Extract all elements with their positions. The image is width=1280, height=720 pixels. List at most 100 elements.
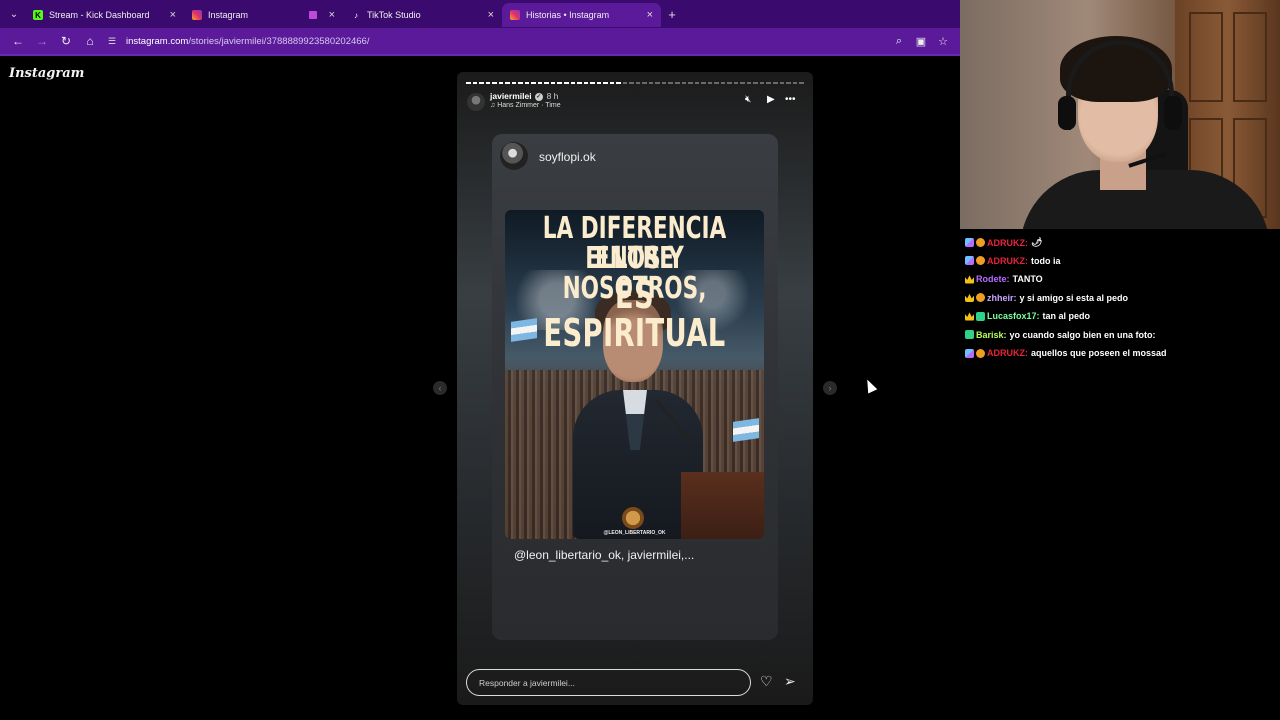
bookmark-star-icon[interactable]: ☆ [932, 35, 954, 48]
send-icon[interactable]: ➢ [784, 673, 796, 690]
shared-post-card[interactable]: soyflopi.ok LA DIFERENCIA ENTRE ELLOS Y … [492, 134, 778, 640]
progress-segment [583, 82, 589, 84]
chat-text: todo ia [1031, 255, 1061, 266]
progress-segment [792, 82, 798, 84]
tab-title: TikTok Studio [367, 10, 421, 20]
chat-username[interactable]: Rodete: [976, 274, 1010, 284]
chat-username[interactable]: zhheir: [987, 293, 1017, 303]
gift-badge-icon [976, 348, 985, 358]
progress-segment [577, 82, 582, 84]
story-author[interactable]: javiermilei ✓ 8 h [490, 91, 558, 101]
url-host: instagram.com [126, 35, 189, 47]
chat-text: TANTO [1012, 274, 1043, 284]
install-app-icon[interactable]: ▣ [910, 35, 932, 48]
story-music[interactable]: ♫ Hans Zimmer · Time [490, 102, 561, 109]
progress-segment [772, 82, 778, 84]
chat-username[interactable]: Lucasfox17: [987, 311, 1040, 321]
progress-segment [518, 82, 523, 84]
tiktok-icon: ♪ [354, 10, 358, 20]
previous-story-button[interactable]: ‹ [433, 381, 447, 395]
close-tab-icon[interactable]: × [170, 9, 176, 21]
headline-line-3: ES ESPIRITUAL [543, 273, 726, 355]
progress-segment [563, 82, 569, 84]
tab-title: Historias • Instagram [526, 10, 610, 20]
progress-segment [753, 82, 758, 84]
progress-segment [766, 82, 771, 84]
progress-segment [786, 82, 791, 84]
chat-text: yo cuando salgo bien en una foto: [1009, 329, 1156, 340]
progress-segment [733, 82, 739, 84]
instagram-logo[interactable]: Instagram [9, 66, 84, 81]
heart-icon[interactable]: ♡ [760, 673, 773, 690]
progress-segment [675, 82, 680, 84]
play-icon[interactable]: ▶ [767, 94, 775, 105]
forward-icon[interactable]: → [30, 34, 54, 48]
progress-segment [648, 82, 654, 84]
reload-icon[interactable]: ↻ [54, 34, 78, 48]
chat-text: y si amigo si esta al pedo [1019, 292, 1129, 303]
tab-tiktok-studio[interactable]: ♪ TikTok Studio × [343, 3, 502, 27]
close-tab-icon[interactable]: × [647, 9, 653, 21]
progress-segment [544, 82, 549, 84]
progress-segment [537, 82, 543, 84]
browser-window: ⌄ K Stream - Kick Dashboard × Instagram … [0, 0, 960, 720]
gift-badge-icon [976, 256, 985, 265]
tab-instagram[interactable]: Instagram × [184, 3, 343, 27]
progress-segment [590, 82, 595, 84]
progress-segment [688, 82, 693, 84]
reply-input[interactable] [466, 669, 751, 696]
chat-username[interactable]: ADRUKZ: [987, 238, 1028, 248]
progress-segment [479, 82, 484, 84]
post-image: LA DIFERENCIA ENTRE ELLOS Y NOSOTROS, ES… [505, 210, 764, 539]
new-tab-button[interactable]: + [661, 7, 683, 22]
tab-historias-instagram[interactable]: Historias • Instagram × [502, 3, 661, 27]
more-options-icon[interactable]: ••• [785, 94, 796, 105]
progress-segment [531, 82, 536, 84]
close-tab-icon[interactable]: × [488, 9, 494, 21]
next-story-button[interactable]: › [823, 381, 837, 395]
mute-icon[interactable]: 🔇︎ [745, 94, 751, 105]
chat-username[interactable]: ADRUKZ: [987, 256, 1028, 266]
chat-message: Lucasfox17: tan al pedo [965, 311, 1090, 321]
instagram-icon [192, 10, 202, 20]
kick-icon: K [33, 10, 43, 20]
progress-segment [485, 82, 491, 84]
tab-kick-dashboard[interactable]: K Stream - Kick Dashboard × [25, 3, 184, 27]
image-credit: @LEON_LIBERTARIO_OK [603, 530, 666, 536]
chat-username[interactable]: Barisk: [976, 330, 1007, 340]
tab-search-icon[interactable]: ⌄ [3, 0, 25, 28]
story-viewer[interactable]: javiermilei ✓ 8 h ♫ Hans Zimmer · Time 🔇︎ … [457, 72, 813, 705]
progress-segment [635, 82, 641, 84]
home-icon[interactable]: ⌂ [78, 34, 102, 48]
progress-segment [629, 82, 634, 84]
door-panel [1189, 12, 1223, 102]
gift-badge-icon [976, 293, 985, 302]
avatar [500, 142, 528, 170]
chat-message: zhheir: y si amigo si esta al pedo [965, 293, 1128, 303]
site-info-icon[interactable]: ☰ [108, 36, 122, 47]
progress-segment [746, 82, 752, 84]
progress-segment [498, 82, 504, 84]
chat-username[interactable]: ADRUKZ: [987, 348, 1028, 358]
progress-segment [681, 82, 687, 84]
url-path: /stories/javiermilei/3788889923580202466… [188, 35, 370, 47]
argentina-flag [733, 418, 759, 442]
story-age: 8 h [546, 91, 559, 101]
close-tab-icon[interactable]: × [329, 9, 335, 21]
progress-segment [511, 82, 517, 84]
progress-segment [466, 82, 471, 84]
tab-title: Instagram [208, 10, 249, 20]
back-icon[interactable]: ← [6, 34, 30, 48]
crown-badge-icon [965, 275, 974, 284]
progress-segment [472, 82, 478, 84]
progress-segment [524, 82, 530, 84]
chat-message: ADRUKZ: aquellos que poseen el mossad [965, 348, 1167, 358]
address-bar[interactable]: instagram.com/stories/javiermilei/378888… [126, 36, 888, 47]
mouse-cursor [862, 377, 878, 394]
media-indicator-icon [308, 11, 317, 19]
zoom-icon[interactable]: ⌕ [888, 35, 910, 48]
chat-message: Rodete: TANTO [965, 274, 1043, 284]
progress-segment [492, 82, 497, 84]
chat-message: ADRUKZ: todo ia [965, 256, 1061, 266]
avatar[interactable] [467, 93, 485, 111]
